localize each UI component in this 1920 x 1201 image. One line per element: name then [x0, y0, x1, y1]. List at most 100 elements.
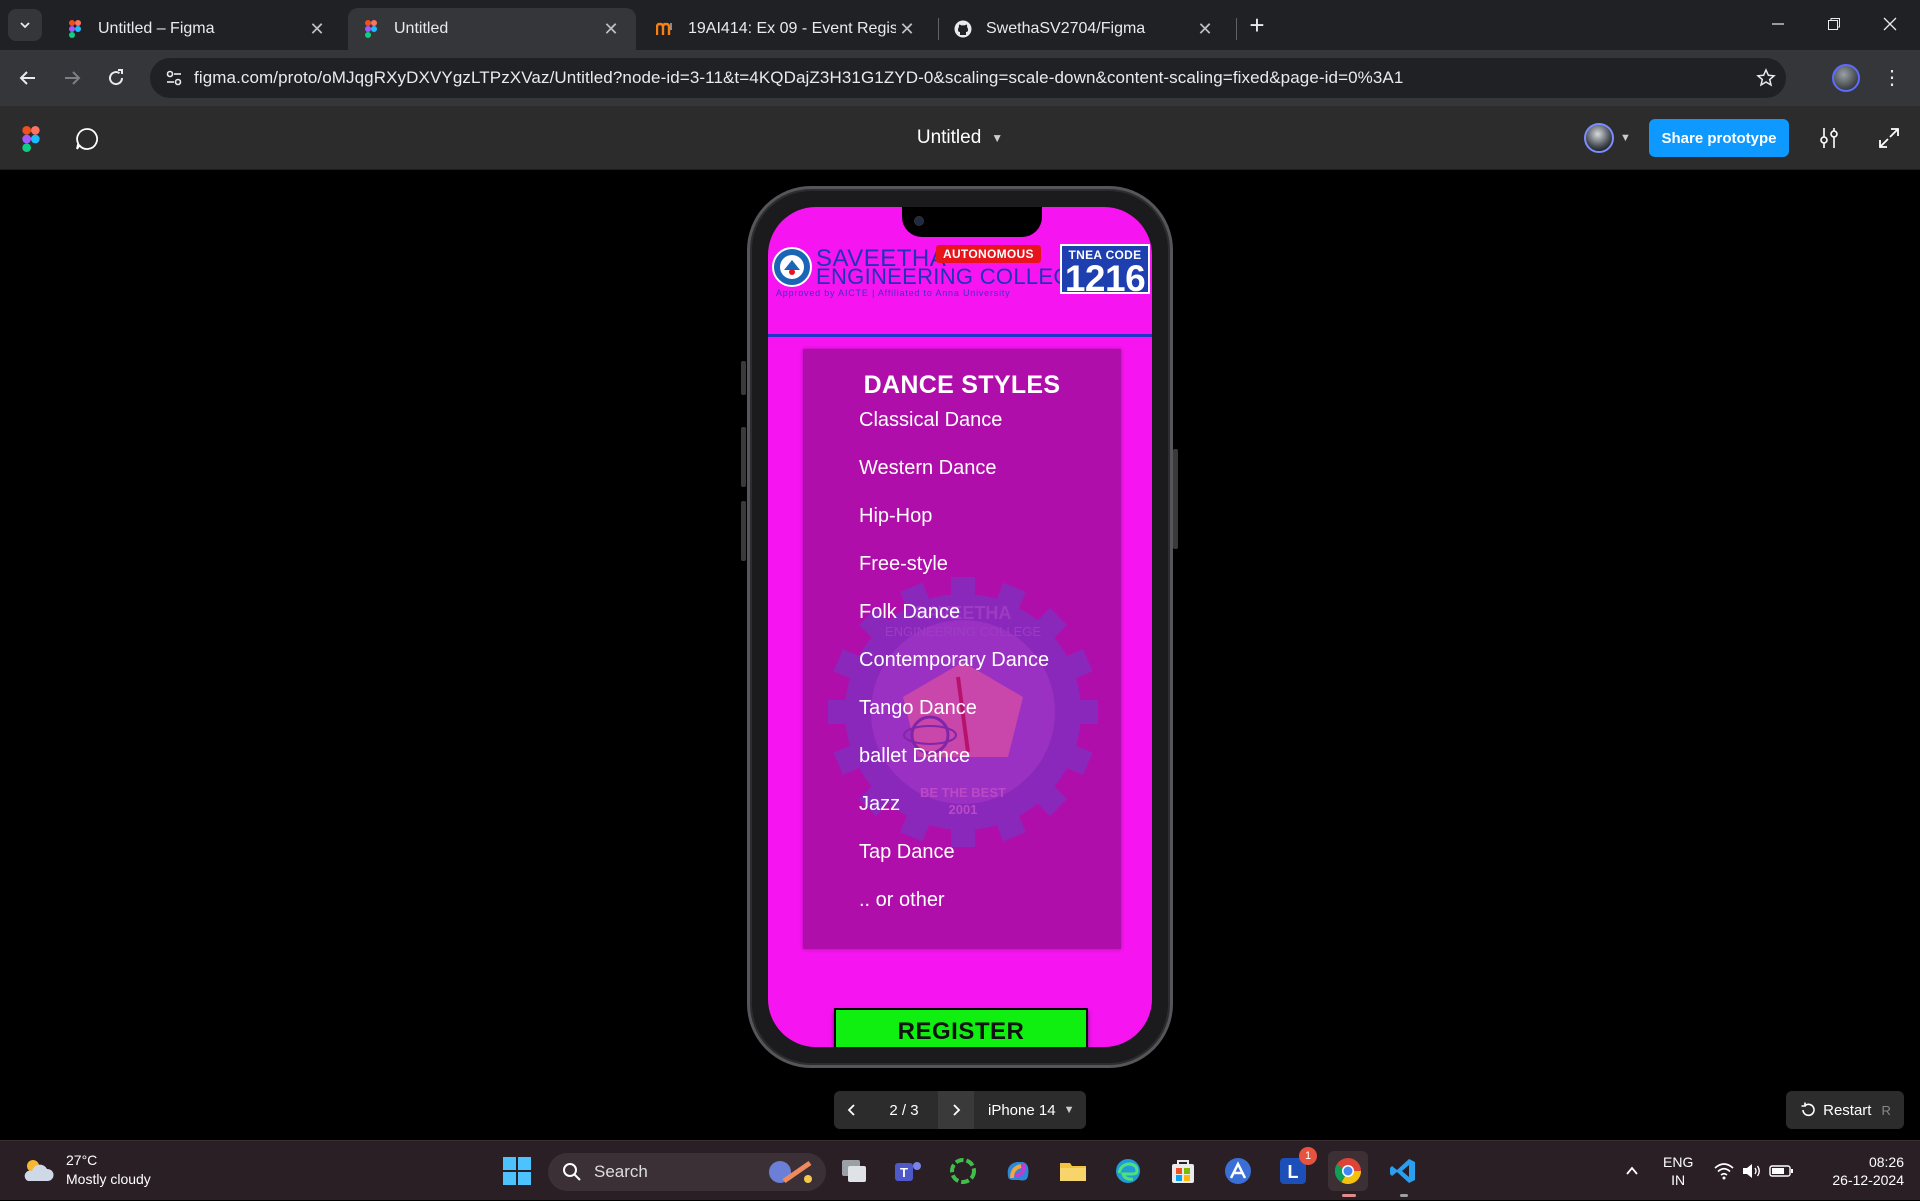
close-tab-icon[interactable]: ✕	[306, 18, 328, 40]
phone-side-button	[1173, 449, 1178, 549]
search-label: Search	[594, 1162, 648, 1181]
chevron-left-icon	[847, 1104, 855, 1116]
file-explorer-icon[interactable]	[1053, 1151, 1093, 1191]
notification-badge: 1	[1299, 1147, 1317, 1165]
phone-side-button	[741, 501, 746, 561]
bookmark-star-icon[interactable]	[1746, 68, 1786, 88]
url-text[interactable]: figma.com/proto/oMJqgRXyDXVYgzLTPzXVaz/U…	[194, 68, 1746, 88]
start-button[interactable]	[497, 1151, 537, 1191]
settings-sliders-icon[interactable]	[1816, 125, 1842, 151]
svg-text:T: T	[900, 1165, 908, 1180]
dance-style-item: Folk Dance	[859, 601, 961, 623]
restart-button[interactable]: Restart R	[1786, 1091, 1904, 1129]
tab-figma-prototype[interactable]: Untitled ✕	[348, 8, 636, 50]
close-tab-icon[interactable]: ✕	[896, 18, 918, 40]
dance-style-item: ballet Dance	[859, 745, 971, 767]
figma-icon	[66, 20, 84, 38]
github-icon	[954, 20, 972, 38]
restart-shortcut: R	[1881, 1102, 1891, 1118]
restart-label: Restart	[1823, 1101, 1872, 1119]
lang-line1: ENG	[1663, 1154, 1694, 1170]
banner-divider	[768, 334, 1152, 337]
minimize-button[interactable]	[1754, 8, 1802, 40]
back-button[interactable]	[10, 60, 46, 96]
app-l-icon[interactable]: L 1	[1273, 1147, 1317, 1191]
college-name-line2: ENGINEERING COLLEGE	[816, 264, 1086, 289]
chrome-icon[interactable]	[1328, 1151, 1368, 1197]
share-prototype-button[interactable]: Share prototype	[1649, 119, 1789, 157]
device-name: iPhone 14	[988, 1101, 1056, 1119]
tab-search-button[interactable]	[8, 9, 42, 41]
lang-line2: IN	[1671, 1172, 1686, 1188]
device-selector[interactable]: iPhone 14 ▼	[988, 1102, 1074, 1119]
dance-styles-card: SAVEETHA ENGINEERING COLLEGE BE THE BEST…	[803, 349, 1121, 949]
open-indicator	[1400, 1194, 1408, 1197]
reload-button[interactable]	[98, 60, 134, 96]
prototype-canvas: SAVEETHA AUTONOMOUS ENGINEERING COLLEGE …	[0, 170, 1920, 1140]
register-button[interactable]: REGISTER	[834, 1008, 1088, 1047]
browser-menu-icon[interactable]: ⋮	[1878, 64, 1906, 92]
college-seal-logo	[772, 247, 812, 287]
prototype-navigation: 2 / 3 iPhone 14 ▼	[834, 1091, 1086, 1129]
edge-browser-icon[interactable]	[1108, 1151, 1148, 1191]
prototype-screen: SAVEETHA AUTONOMOUS ENGINEERING COLLEGE …	[768, 207, 1152, 1047]
windows-logo-icon	[503, 1157, 531, 1185]
previous-frame-button[interactable]	[834, 1091, 870, 1129]
multiplayer-avatar-menu[interactable]: ▼	[1580, 120, 1642, 156]
close-window-button[interactable]	[1866, 8, 1914, 40]
close-tab-icon[interactable]: ✕	[600, 18, 622, 40]
next-frame-button[interactable]	[938, 1091, 974, 1129]
wifi-icon	[1714, 1163, 1734, 1180]
language-indicator[interactable]: ENG IN	[1663, 1153, 1693, 1189]
chevron-down-icon[interactable]: ▼	[991, 131, 1003, 145]
address-bar[interactable]: figma.com/proto/oMJqgRXyDXVYgzLTPzXVaz/U…	[150, 58, 1786, 98]
forward-button[interactable]	[54, 60, 90, 96]
active-indicator	[1342, 1194, 1356, 1197]
taskbar-search[interactable]: Search	[548, 1153, 826, 1191]
iphone-frame: SAVEETHA AUTONOMOUS ENGINEERING COLLEGE …	[741, 186, 1178, 1068]
cloud-sun-icon	[24, 1160, 54, 1181]
svg-text:L: L	[1288, 1162, 1299, 1182]
figma-icon	[362, 20, 380, 38]
copilot-icon[interactable]	[998, 1151, 1038, 1191]
dance-style-item: Western Dance	[859, 457, 997, 479]
site-info-icon[interactable]	[154, 58, 194, 98]
chevron-down-icon: ▼	[1620, 132, 1631, 144]
close-tab-icon[interactable]: ✕	[1194, 18, 1216, 40]
teams-icon[interactable]: T	[888, 1151, 928, 1191]
vscode-icon[interactable]	[1383, 1151, 1423, 1197]
weather-widget[interactable]: 27°C Mostly cloudy	[20, 1151, 151, 1189]
college-affiliation: Approved by AICTE | Affiliated to Anna U…	[776, 288, 1011, 298]
figma-prototype-header: Untitled ▼ ▼ Share prototype	[0, 106, 1920, 170]
figma-logo-icon[interactable]	[20, 126, 42, 152]
system-tray[interactable]	[1713, 1141, 1795, 1201]
microsoft-store-icon[interactable]	[1163, 1151, 1203, 1191]
arrow-right-icon	[65, 71, 81, 85]
profile-avatar[interactable]	[1832, 64, 1860, 92]
dance-style-item: Tango Dance	[859, 697, 977, 719]
search-icon	[563, 1163, 581, 1181]
show-hidden-icons[interactable]	[1612, 1151, 1652, 1191]
weather-desc: Mostly cloudy	[66, 1171, 151, 1187]
watermark-year: 2001	[949, 802, 978, 817]
tab-moodle[interactable]: 19AI414: Ex 09 - Event Registrat ✕	[642, 8, 932, 50]
fullscreen-expand-icon[interactable]	[1876, 125, 1902, 151]
tab-figma-editor[interactable]: Untitled – Figma ✕	[52, 8, 342, 50]
comment-icon[interactable]	[74, 126, 100, 152]
app-a-icon[interactable]	[1218, 1151, 1258, 1191]
app-ring-icon[interactable]	[943, 1151, 983, 1191]
search-highlight-icon	[769, 1160, 812, 1184]
task-view-icon[interactable]	[834, 1151, 874, 1191]
clock-date: 26-12-2024	[1832, 1172, 1904, 1188]
new-tab-button[interactable]: +	[1243, 12, 1271, 40]
clock[interactable]: 08:26 26-12-2024	[1818, 1153, 1904, 1189]
chevron-right-icon	[953, 1104, 961, 1116]
dance-style-item: .. or other	[859, 889, 945, 911]
college-banner: SAVEETHA AUTONOMOUS ENGINEERING COLLEGE …	[768, 244, 1152, 304]
tab-github[interactable]: SwethaSV2704/Figma ✕	[940, 8, 1230, 50]
battery-icon	[1769, 1165, 1793, 1177]
file-title[interactable]: Untitled	[917, 127, 981, 149]
clock-time: 08:26	[1868, 1154, 1904, 1170]
restore-button[interactable]	[1810, 8, 1858, 40]
watermark-subtitle: ENGINEERING COLLEGE	[885, 624, 1041, 639]
